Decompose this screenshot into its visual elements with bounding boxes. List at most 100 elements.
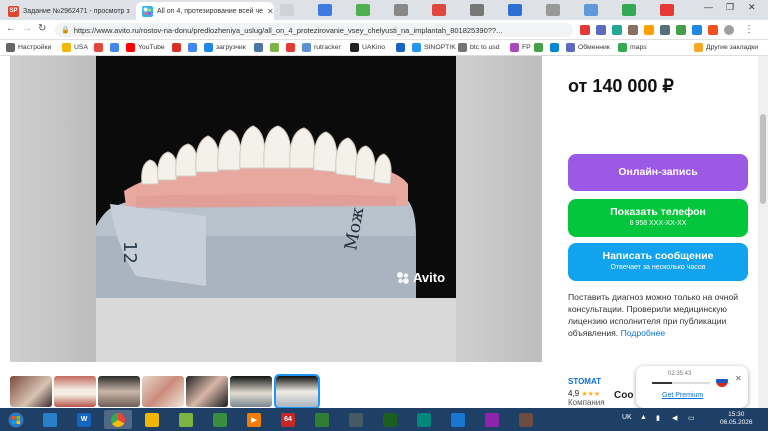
extension-icon[interactable] (580, 25, 590, 35)
bookmark-maps[interactable]: maps (618, 43, 647, 52)
taskbar-app[interactable] (36, 410, 64, 429)
thumbnail-selected[interactable] (274, 374, 320, 408)
bookmark-downloader[interactable]: загрузчик (204, 43, 246, 52)
bookmark-icon-only[interactable] (534, 43, 546, 52)
thumbnail[interactable] (54, 376, 96, 407)
forward-icon[interactable]: → (22, 23, 32, 34)
tab-mini[interactable] (470, 4, 484, 16)
tab-mini[interactable] (318, 4, 332, 16)
bookmark-usa[interactable]: USA (62, 43, 88, 52)
thumbnail[interactable] (142, 376, 184, 407)
system-clock[interactable]: 15:30 06.05.2026 (720, 411, 753, 427)
network-icon[interactable]: ▮ (656, 414, 660, 422)
extension-icon[interactable] (644, 25, 654, 35)
taskbar-app[interactable] (206, 410, 234, 429)
bookmark-icon-only[interactable] (396, 43, 408, 52)
scrollbar-track[interactable] (758, 56, 768, 408)
bookmark-uakino[interactable]: UAKino (350, 43, 385, 52)
volume-icon[interactable]: ◀ (672, 414, 677, 422)
menu-icon[interactable]: ⋮ (744, 24, 754, 35)
tab-mini[interactable] (356, 4, 370, 16)
close-icon[interactable]: ✕ (263, 7, 274, 16)
bookmark-icon-only[interactable] (94, 43, 106, 52)
get-premium-link[interactable]: Get Premium (662, 392, 703, 399)
send-message-button[interactable]: Написать сообщение Отвечает за несколько… (568, 243, 748, 281)
extension-icon[interactable] (612, 25, 622, 35)
taskbar-app[interactable] (104, 410, 132, 429)
taskbar-app[interactable] (172, 410, 200, 429)
more-link[interactable]: Подробнее (621, 328, 666, 338)
battery-icon[interactable]: ▭ (688, 414, 695, 422)
extension-icon[interactable] (628, 25, 638, 35)
maximize-icon[interactable]: ❐ (726, 2, 734, 13)
tab-mini[interactable] (432, 4, 446, 16)
main-photo[interactable]: 12 Мож Avito (96, 56, 456, 298)
bookmark-icon-only[interactable] (172, 43, 184, 52)
tab-mini[interactable] (508, 4, 522, 16)
taskbar-app[interactable] (444, 410, 472, 429)
extension-icon[interactable] (660, 25, 670, 35)
bookmark-settings[interactable]: Настройки (6, 43, 51, 52)
close-window-icon[interactable]: ✕ (748, 2, 756, 13)
taskbar-app[interactable]: ▶ (240, 410, 268, 429)
thumbnail[interactable] (98, 376, 140, 407)
photo-gallery[interactable]: 12 Мож Avito (10, 56, 542, 362)
taskbar-app[interactable] (138, 410, 166, 429)
tab-label: All on 4, протезирование всей че (157, 7, 264, 15)
seller-name[interactable]: STOMAT (568, 377, 605, 386)
extension-icon[interactable] (708, 25, 718, 35)
bookmark-icon-only[interactable] (188, 43, 200, 52)
avito-icon (142, 5, 153, 17)
bookmark-fp[interactable]: FP (510, 43, 531, 52)
tab-avito-listing[interactable]: All on 4, протезирование всей че ✕ (136, 2, 274, 20)
bookmark-youtube[interactable]: YouTube (126, 43, 165, 52)
taskbar-app[interactable] (410, 410, 438, 429)
bookmark-icon-only[interactable] (286, 43, 298, 52)
seller-card[interactable]: STOMAT 4,9 ★★★ Компания (568, 377, 605, 407)
bookmark-other[interactable]: Другие закладки (694, 43, 758, 52)
thumbnail[interactable] (10, 376, 52, 407)
url-text: https://www.avito.ru/rostov-na-donu/pred… (73, 25, 503, 35)
tab-mini[interactable] (394, 4, 408, 16)
tab-task-2962471[interactable]: SP Задание №2962471 - просмотр з ✕ (2, 2, 134, 20)
bookmark-exchanger[interactable]: Обменник (566, 43, 610, 52)
taskbar-app[interactable]: 64 (274, 410, 302, 429)
back-icon[interactable]: ← (6, 23, 16, 34)
taskbar-app[interactable] (308, 410, 336, 429)
tab-mini[interactable] (546, 4, 560, 16)
thumbnail[interactable] (230, 376, 272, 407)
bookmark-icon-only[interactable] (110, 43, 122, 52)
show-phone-button[interactable]: Показать телефон 8 958 XXX-XX-XX (568, 199, 748, 237)
tray-arrow-icon[interactable]: ▲ (640, 414, 647, 421)
thumbnail[interactable] (186, 376, 228, 407)
tab-mini[interactable] (584, 4, 598, 16)
profile-icon[interactable] (724, 25, 734, 35)
address-bar[interactable]: 🔒 https://www.avito.ru/rostov-na-donu/pr… (55, 23, 573, 37)
reload-icon[interactable]: ↻ (38, 23, 46, 34)
bookmark-icon-only[interactable] (254, 43, 266, 52)
minimize-icon[interactable]: — (704, 2, 713, 12)
close-icon[interactable]: ✕ (130, 7, 135, 16)
taskbar-app[interactable] (512, 410, 540, 429)
language-indicator[interactable]: UK (622, 414, 632, 421)
taskbar-app[interactable]: W (70, 410, 98, 429)
tab-mini[interactable] (280, 4, 294, 16)
tab-mini[interactable] (660, 4, 674, 16)
taskbar-app[interactable] (342, 410, 370, 429)
bookmark-btc[interactable]: btc to usd (458, 43, 499, 52)
bookmark-icon-only[interactable] (270, 43, 282, 52)
book-online-button[interactable]: Онлайн-запись (568, 154, 748, 191)
extension-icon[interactable] (596, 25, 606, 35)
tab-mini[interactable] (622, 4, 636, 16)
bookmark-rutracker[interactable]: rutracker (302, 43, 341, 52)
taskbar-app[interactable] (376, 410, 404, 429)
extension-icon[interactable] (692, 25, 702, 35)
start-button[interactable] (2, 410, 30, 429)
media-player-popup[interactable]: 02:35:43 ✕ Get Premium (636, 366, 748, 408)
close-icon[interactable]: ✕ (735, 374, 742, 383)
bookmark-icon-only[interactable] (550, 43, 562, 52)
bookmark-sinoptik[interactable]: SINOPTIK (412, 43, 456, 52)
scrollbar-thumb[interactable] (760, 114, 766, 204)
taskbar-app[interactable] (478, 410, 506, 429)
extension-icon[interactable] (676, 25, 686, 35)
